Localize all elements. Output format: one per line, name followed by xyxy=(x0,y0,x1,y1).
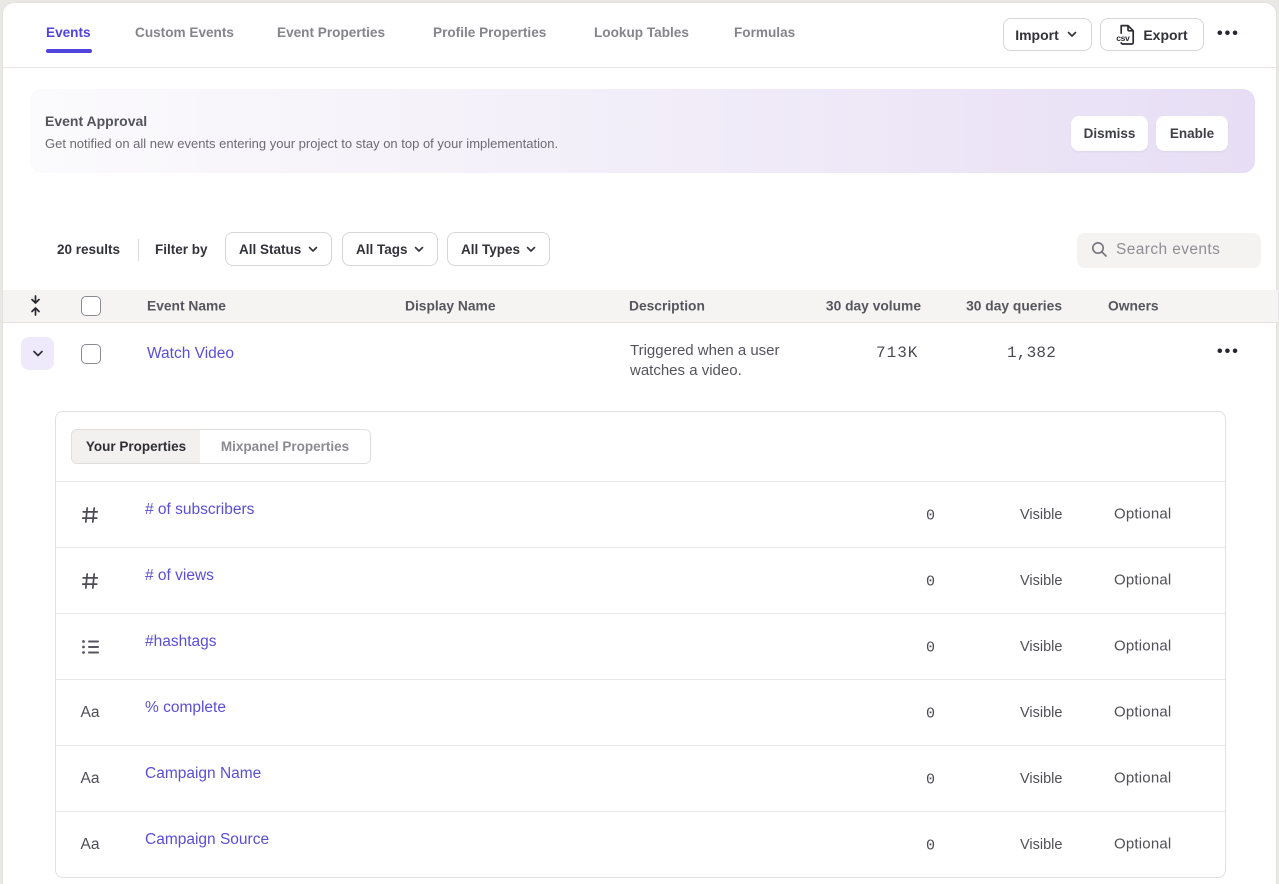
svg-text:csv: csv xyxy=(1117,33,1131,43)
